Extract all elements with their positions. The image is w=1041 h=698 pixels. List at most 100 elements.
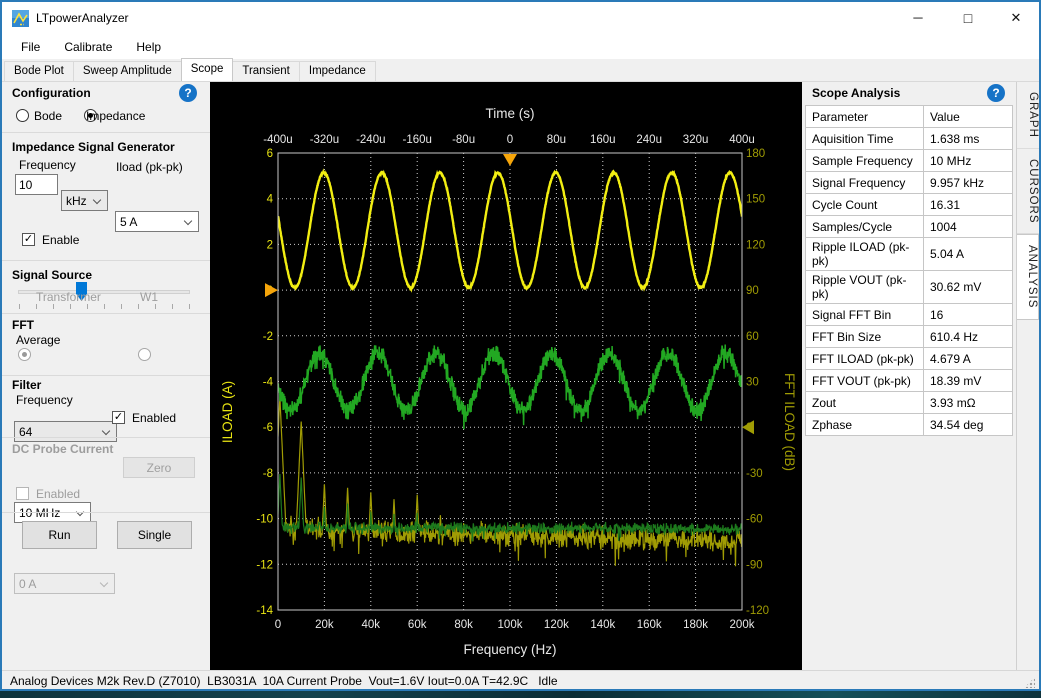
- frequency-unit-dropdown[interactable]: kHz: [61, 190, 108, 211]
- table-cell: 34.54 deg: [924, 414, 1013, 436]
- svg-text:160u: 160u: [590, 134, 616, 146]
- frequency-input[interactable]: [15, 174, 58, 195]
- svg-text:90: 90: [746, 285, 759, 297]
- table-row[interactable]: Signal Frequency9.957 kHz: [806, 172, 1013, 194]
- radio-bode[interactable]: [16, 109, 29, 122]
- close-button[interactable]: ✕: [993, 2, 1039, 33]
- menu-help[interactable]: Help: [125, 36, 172, 58]
- table-cell: 18.39 mV: [924, 370, 1013, 392]
- dc-probe-enabled-label: Enabled: [36, 487, 80, 501]
- table-cell: 4.679 A: [924, 348, 1013, 370]
- separator: [2, 132, 210, 133]
- side-tab-strip: GRAPH CURSORS ANALYSIS: [1016, 82, 1039, 670]
- side-tab-analysis[interactable]: ANALYSIS: [1017, 234, 1039, 319]
- frequency-unit-value: kHz: [66, 194, 87, 208]
- svg-text:400u: 400u: [729, 134, 755, 146]
- app-window: LTpowerAnalyzer ─ □ ✕ File Calibrate Hel…: [0, 0, 1041, 691]
- run-button[interactable]: Run: [22, 521, 97, 549]
- svg-text:30: 30: [746, 377, 759, 389]
- enable-label: Enable: [42, 233, 79, 247]
- configuration-help-icon[interactable]: ?: [179, 84, 197, 102]
- column-value[interactable]: Value: [924, 106, 1013, 128]
- table-row[interactable]: FFT ILOAD (pk-pk)4.679 A: [806, 348, 1013, 370]
- filter-frequency-label: Frequency: [16, 393, 73, 407]
- tab-transient[interactable]: Transient: [232, 61, 300, 81]
- chevron-down-icon: [184, 217, 192, 225]
- minimize-button[interactable]: ─: [895, 2, 941, 33]
- filter-enabled-checkbox[interactable]: ✓: [112, 411, 125, 424]
- radio-w1-label: W1: [140, 290, 158, 304]
- table-cell: FFT VOUT (pk-pk): [806, 370, 924, 392]
- tab-scope[interactable]: Scope: [181, 58, 234, 81]
- menu-calibrate[interactable]: Calibrate: [53, 36, 123, 58]
- chevron-down-icon: [100, 579, 108, 587]
- analysis-title: Scope Analysis: [812, 86, 900, 100]
- tab-bode-plot[interactable]: Bode Plot: [4, 61, 74, 81]
- svg-text:200k: 200k: [730, 619, 755, 631]
- table-row[interactable]: Cycle Count16.31: [806, 194, 1013, 216]
- table-row[interactable]: Aquisition Time1.638 ms: [806, 128, 1013, 150]
- svg-text:80u: 80u: [547, 134, 566, 146]
- svg-text:120k: 120k: [544, 619, 569, 631]
- table-row[interactable]: FFT Bin Size610.4 Hz: [806, 326, 1013, 348]
- window-title: LTpowerAnalyzer: [36, 11, 128, 25]
- svg-text:-14: -14: [256, 605, 273, 617]
- svg-text:2: 2: [267, 239, 273, 251]
- svg-text:-8: -8: [263, 468, 273, 480]
- table-row[interactable]: Samples/Cycle1004: [806, 216, 1013, 238]
- table-cell: 16.31: [924, 194, 1013, 216]
- table-cell: Zphase: [806, 414, 924, 436]
- table-cell: Ripple VOUT (pk-pk): [806, 271, 924, 304]
- dc-probe-title: DC Probe Current: [12, 442, 113, 456]
- iload-dropdown[interactable]: 5 A: [115, 211, 199, 232]
- separator: [2, 375, 210, 376]
- tab-sweep-amplitude[interactable]: Sweep Amplitude: [73, 61, 182, 81]
- fft-axis-title: FFT ILOAD (dB): [782, 373, 797, 471]
- radio-w1: [138, 348, 151, 361]
- table-cell: FFT ILOAD (pk-pk): [806, 348, 924, 370]
- svg-text:-2: -2: [263, 331, 273, 343]
- table-row[interactable]: Ripple VOUT (pk-pk)30.62 mV: [806, 271, 1013, 304]
- svg-text:180k: 180k: [683, 619, 708, 631]
- separator: [2, 512, 210, 513]
- svg-text:-10: -10: [256, 514, 273, 526]
- tab-impedance[interactable]: Impedance: [299, 61, 376, 81]
- side-tab-graph[interactable]: GRAPH: [1017, 82, 1039, 149]
- table-row[interactable]: Signal FFT Bin16: [806, 304, 1013, 326]
- status-bar: Analog Devices M2k Rev.D (Z7010) LB3031A…: [2, 670, 1039, 691]
- svg-text:0: 0: [507, 134, 513, 146]
- table-row[interactable]: Sample Frequency10 MHz: [806, 150, 1013, 172]
- table-cell: 10 MHz: [924, 150, 1013, 172]
- resize-grip[interactable]: [1024, 677, 1035, 688]
- column-parameter[interactable]: Parameter: [806, 106, 924, 128]
- average-dropdown[interactable]: 64: [14, 421, 117, 442]
- table-cell: Samples/Cycle: [806, 216, 924, 238]
- analysis-table-body: Aquisition Time1.638 msSample Frequency1…: [806, 128, 1013, 436]
- svg-text:-6: -6: [263, 422, 273, 434]
- svg-text:-4: -4: [263, 377, 274, 389]
- table-cell: 16: [924, 304, 1013, 326]
- radio-transformer-label: Transformer: [36, 290, 101, 304]
- table-cell: 3.93 mΩ: [924, 392, 1013, 414]
- svg-text:-160u: -160u: [402, 134, 431, 146]
- table-row[interactable]: Zout3.93 mΩ: [806, 392, 1013, 414]
- table-cell: Cycle Count: [806, 194, 924, 216]
- single-button[interactable]: Single: [117, 521, 192, 549]
- analysis-help-icon[interactable]: ?: [987, 84, 1005, 102]
- table-row[interactable]: FFT VOUT (pk-pk)18.39 mV: [806, 370, 1013, 392]
- svg-text:6: 6: [267, 148, 273, 160]
- fft-title: FFT: [12, 318, 34, 332]
- table-cell: 5.04 A: [924, 238, 1013, 271]
- svg-text:-240u: -240u: [356, 134, 385, 146]
- table-row[interactable]: Zphase34.54 deg: [806, 414, 1013, 436]
- svg-text:-30: -30: [746, 468, 763, 480]
- control-panel: Configuration ? Bode Impedance Impedance…: [2, 82, 210, 670]
- dc-probe-enabled-checkbox: [16, 487, 29, 500]
- svg-text:100k: 100k: [498, 619, 523, 631]
- menu-bar: File Calibrate Help: [2, 34, 1039, 59]
- maximize-button[interactable]: □: [945, 2, 991, 33]
- menu-file[interactable]: File: [10, 36, 51, 58]
- table-row[interactable]: Ripple ILOAD (pk-pk)5.04 A: [806, 238, 1013, 271]
- side-tab-cursors[interactable]: CURSORS: [1017, 149, 1039, 235]
- enable-checkbox[interactable]: ✓: [22, 233, 35, 246]
